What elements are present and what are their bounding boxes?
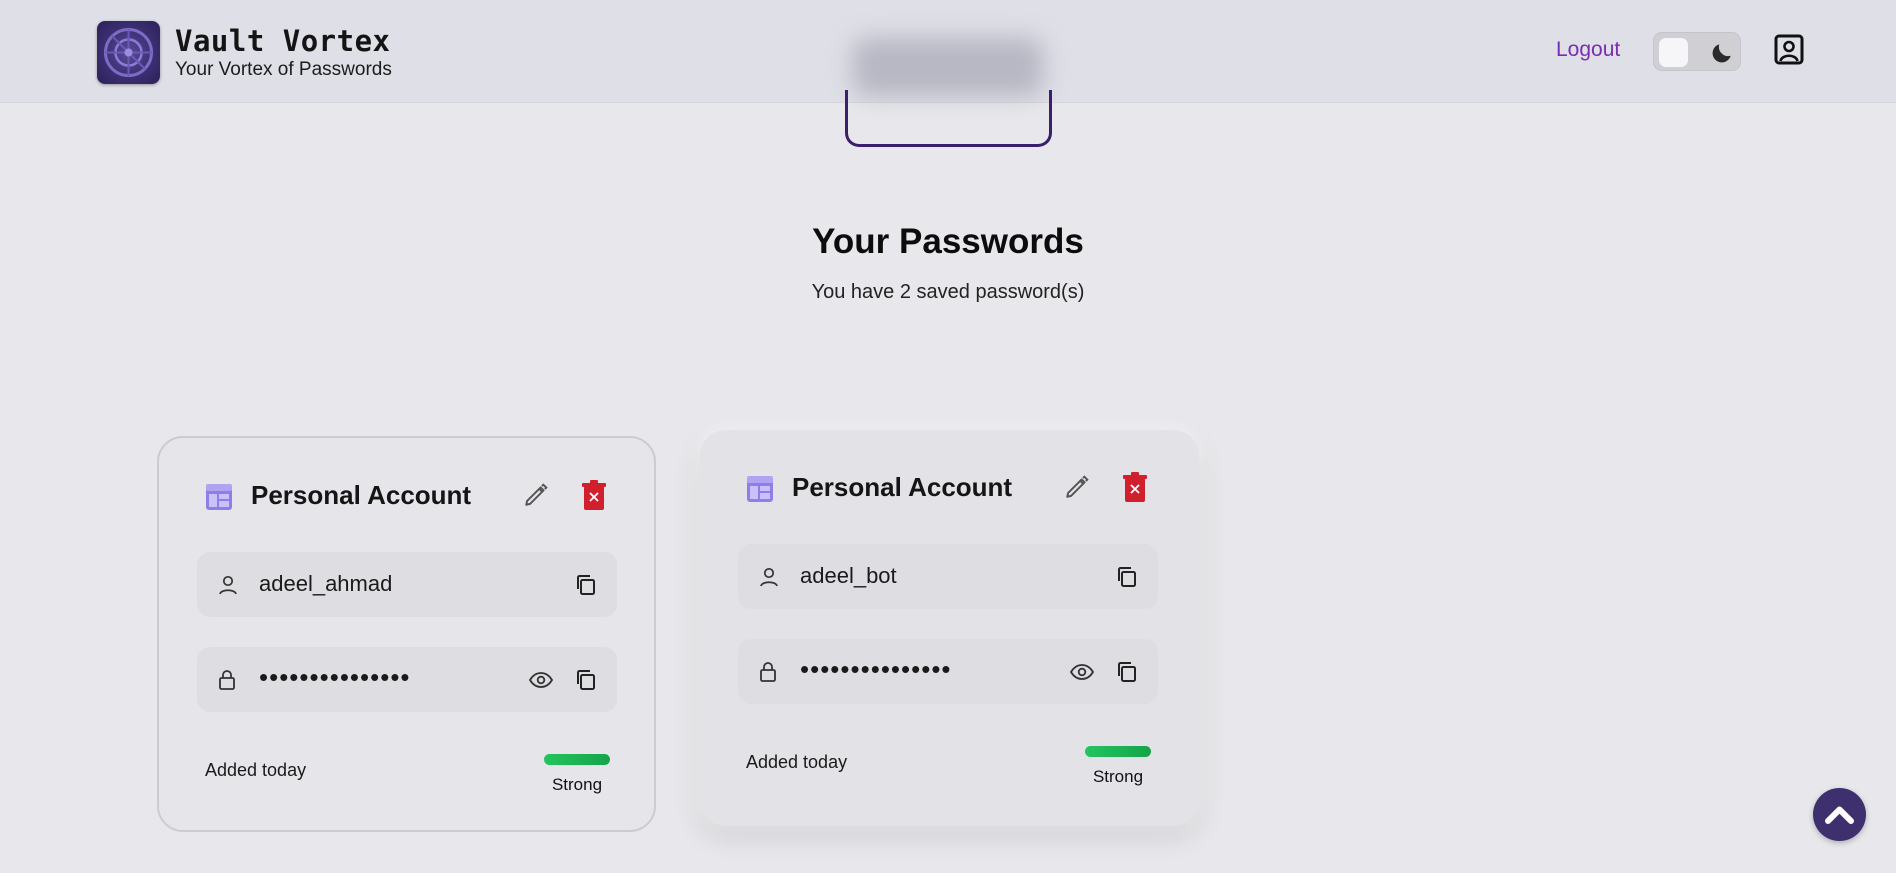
edit-pencil-icon[interactable] <box>523 482 549 508</box>
eye-icon[interactable] <box>1069 662 1095 682</box>
website-icon <box>206 484 232 510</box>
blurred-add-button[interactable] <box>845 30 1052 147</box>
card-title: Personal Account <box>792 472 1013 502</box>
brand[interactable]: Vault Vortex Your Vortex of Passwords <box>97 21 392 84</box>
top-header: Vault Vortex Your Vortex of Passwords Lo… <box>0 0 1896 147</box>
strength-label: Strong <box>551 775 603 794</box>
user-square-icon[interactable] <box>1774 34 1804 65</box>
password-value: ••••••••••••••• <box>800 654 952 684</box>
theme-toggle[interactable] <box>1653 32 1741 71</box>
strength-bar <box>544 754 610 765</box>
password-value: ••••••••••••••• <box>259 662 411 692</box>
chevron-up-icon <box>1825 806 1854 824</box>
password-field: ••••••••••••••• <box>197 647 617 712</box>
scroll-to-top-button[interactable] <box>1813 788 1866 841</box>
username-value: adeel_ahmad <box>259 571 393 596</box>
card-title: Personal Account <box>251 480 472 510</box>
saved-count-text: You have 2 saved password(s) <box>811 281 1085 303</box>
strength-meter: Strong <box>1084 746 1152 787</box>
copy-icon[interactable] <box>575 669 597 691</box>
edit-pencil-icon[interactable] <box>1064 474 1090 500</box>
moon-icon <box>1712 44 1731 63</box>
brand-title: Vault Vortex <box>175 23 391 58</box>
vault-logo-icon <box>97 21 160 84</box>
added-date: Added today <box>746 752 848 772</box>
delete-trash-icon[interactable] <box>1122 472 1148 504</box>
username-field: adeel_ahmad <box>197 552 617 617</box>
lock-icon <box>760 662 776 682</box>
username-field: adeel_bot <box>738 544 1158 609</box>
strength-label: Strong <box>1092 767 1144 786</box>
strength-bar <box>1085 746 1151 757</box>
strength-meter: Strong <box>543 754 611 795</box>
password-card: Personal Account adeel_bot •••••••••••••… <box>700 430 1199 826</box>
copy-icon[interactable] <box>1116 661 1138 683</box>
copy-icon[interactable] <box>1116 566 1138 588</box>
copy-icon[interactable] <box>575 574 597 596</box>
brand-subtitle: Your Vortex of Passwords <box>175 58 392 80</box>
page-title: Your Passwords <box>812 222 1084 261</box>
password-field: ••••••••••••••• <box>738 639 1158 704</box>
lock-icon <box>219 670 235 690</box>
eye-icon[interactable] <box>528 670 554 690</box>
delete-trash-icon[interactable] <box>581 480 607 512</box>
user-icon <box>760 567 778 587</box>
password-card: Personal Account adeel_ahmad •••••••••••… <box>157 436 656 832</box>
logout-link[interactable]: Logout <box>1556 38 1620 62</box>
username-value: adeel_bot <box>800 563 897 588</box>
added-date: Added today <box>205 760 307 780</box>
user-icon <box>219 575 237 595</box>
website-icon <box>747 476 773 502</box>
sun-knob-icon <box>1659 38 1688 67</box>
